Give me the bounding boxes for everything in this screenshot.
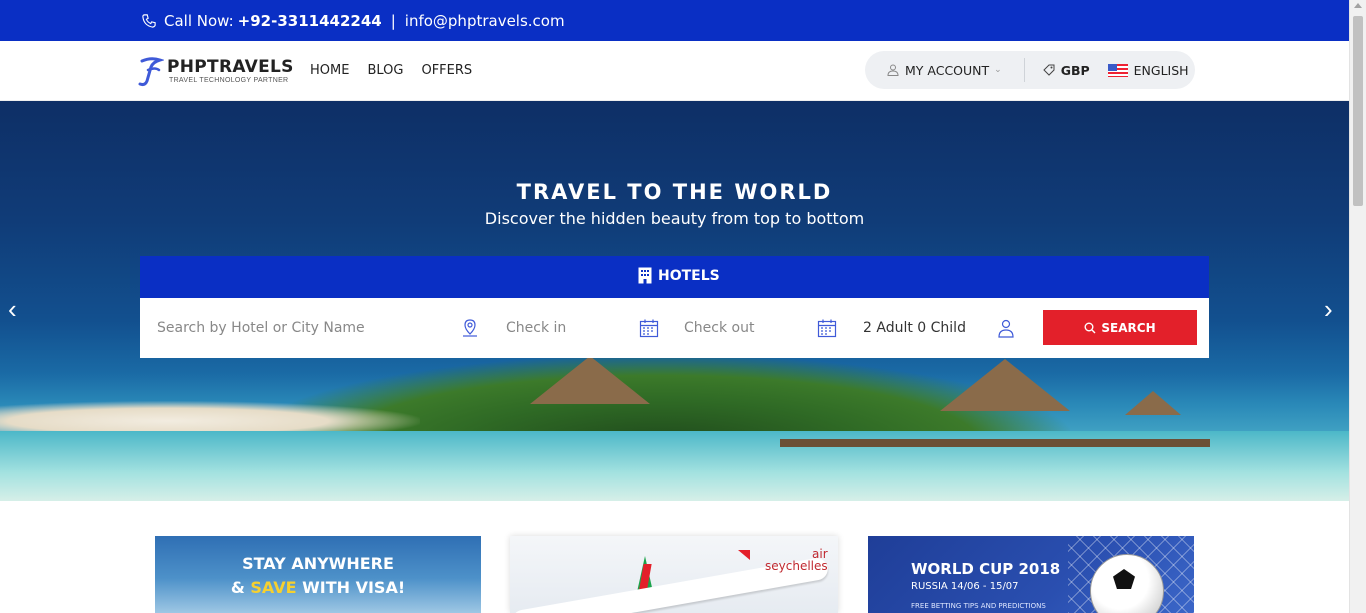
checkin-placeholder: Check in — [506, 320, 567, 336]
checkout-placeholder: Check out — [684, 320, 755, 336]
account-bar: MY ACCOUNT ⌄ GBP ENGLISH — [865, 51, 1195, 89]
tab-hotels[interactable]: HOTELS — [638, 267, 720, 284]
language-label: ENGLISH — [1133, 62, 1189, 78]
jetty-image — [780, 439, 1210, 447]
guests-selector[interactable]: 2 Adult 0 Child — [863, 298, 1023, 358]
hotel-search-form: Search by Hotel or City Name Check in Ch… — [140, 298, 1209, 358]
hero-banner: TRAVEL TO THE WORLD Discover the hidden … — [0, 101, 1349, 501]
currency-label: GBP — [1060, 62, 1090, 78]
site-logo[interactable]: PHPTRAVELS TRAVEL TECHNOLOGY PARTNER — [138, 55, 294, 87]
nav-item-offers[interactable]: OFFERS — [421, 63, 472, 78]
search-tabs: HOTELS — [140, 256, 1209, 298]
promo-card-world-cup[interactable]: WORLD CUP 2018 RUSSIA 14/06 - 15/07 FREE… — [868, 536, 1194, 613]
promo-worldcup-subtitle: RUSSIA 14/06 - 15/07 — [911, 581, 1019, 592]
user-icon — [887, 64, 899, 76]
airline-logo: air seychelles — [765, 548, 828, 572]
call-label: Call Now: — [164, 12, 234, 30]
nav-item-blog[interactable]: BLOG — [367, 63, 403, 78]
email-link[interactable]: info@phptravels.com — [405, 12, 565, 30]
checkout-input[interactable]: Check out — [684, 298, 844, 358]
airline-logo-bottom: seychelles — [765, 559, 828, 573]
main-header: PHPTRAVELS TRAVEL TECHNOLOGY PARTNER HOM… — [0, 41, 1349, 101]
divider — [1023, 58, 1025, 82]
us-flag-icon — [1107, 63, 1128, 77]
separator: | — [390, 12, 396, 30]
tag-icon — [1042, 64, 1055, 76]
promo-visa-line1: STAY ANYWHERE — [242, 554, 394, 573]
promo-card-air-seychelles[interactable]: air seychelles — [510, 536, 838, 613]
my-account-dropdown[interactable]: MY ACCOUNT ⌄ — [887, 63, 1002, 78]
hut-image — [1125, 391, 1181, 415]
promo-card-visa[interactable]: STAY ANYWHERE & SAVE WITH VISA! — [155, 536, 481, 613]
hero-title: TRAVEL TO THE WORLD — [516, 180, 833, 204]
user-icon — [998, 319, 1014, 338]
hotel-search-placeholder: Search by Hotel or City Name — [157, 320, 365, 336]
airline-logo-icon — [738, 550, 750, 560]
phone-icon — [142, 14, 156, 28]
logo-tagline: TRAVEL TECHNOLOGY PARTNER — [169, 77, 289, 84]
prev-slide-arrow-icon[interactable]: ‹ — [8, 294, 17, 325]
tab-hotels-label: HOTELS — [658, 267, 720, 284]
map-pin-icon — [463, 319, 477, 337]
chevron-down-icon: ⌄ — [994, 65, 1002, 75]
promo-worldcup-title: WORLD CUP 2018 — [911, 560, 1061, 578]
scrollbar-thumb[interactable] — [1353, 16, 1363, 206]
promo-worldcup-note: FREE BETTING TIPS AND PREDICTIONS — [911, 602, 1046, 610]
logo-brand: PHPTRAVELS — [167, 57, 294, 77]
next-slide-arrow-icon[interactable]: › — [1324, 294, 1333, 325]
search-icon — [1084, 322, 1096, 333]
hut-image — [530, 356, 650, 404]
phone-number[interactable]: +92-3311442244 — [238, 12, 382, 30]
main-nav: HOME BLOG OFFERS — [310, 63, 472, 78]
calendar-icon — [639, 319, 659, 338]
checkin-input[interactable]: Check in — [506, 298, 666, 358]
promo-visa-line2: & SAVE WITH VISA! — [230, 578, 406, 597]
building-icon — [638, 267, 652, 284]
my-account-label: MY ACCOUNT — [905, 62, 990, 78]
contact-info: Call Now: +92-3311442244 | info@phptrave… — [142, 12, 565, 30]
top-bar: Call Now: +92-3311442244 | info@phptrave… — [0, 0, 1349, 41]
search-button-label: SEARCH — [1101, 320, 1156, 335]
hut-image — [940, 359, 1070, 411]
currency-selector[interactable]: GBP — [1042, 62, 1090, 78]
search-button[interactable]: SEARCH — [1043, 310, 1197, 345]
logo-icon — [138, 57, 164, 87]
page-scrollbar[interactable] — [1349, 0, 1366, 613]
hero-subtitle: Discover the hidden beauty from top to b… — [484, 209, 865, 228]
language-selector[interactable]: ENGLISH — [1107, 62, 1189, 78]
hotel-search-input[interactable]: Search by Hotel or City Name — [157, 298, 497, 358]
scroll-up-icon[interactable] — [1354, 3, 1362, 8]
calendar-icon — [817, 319, 837, 338]
guests-value: 2 Adult 0 Child — [863, 320, 966, 336]
nav-item-home[interactable]: HOME — [310, 63, 349, 78]
